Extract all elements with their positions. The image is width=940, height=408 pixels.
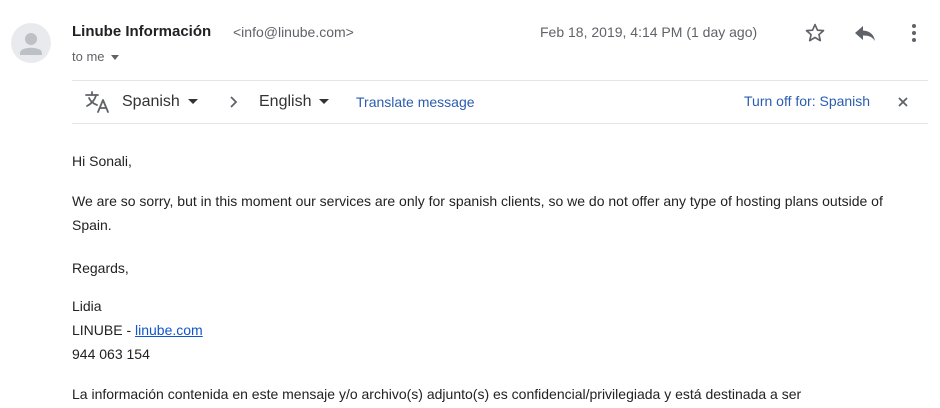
reply-button[interactable] (853, 22, 877, 44)
avatar (11, 23, 51, 63)
target-language-select[interactable]: English (259, 93, 330, 111)
chevron-down-icon (110, 55, 119, 61)
sender-email: <info@linube.com> (233, 24, 354, 40)
message-greeting: Hi Sonali, (72, 153, 132, 169)
chevron-down-icon (319, 99, 330, 105)
signature: Lidia LINUBE - linube.com 944 063 154 (72, 294, 932, 366)
chevron-down-icon (187, 99, 198, 105)
translate-message-link[interactable]: Translate message (356, 94, 475, 110)
to-label: to me (72, 49, 105, 64)
message-date: Feb 18, 2019, 4:14 PM (1 day ago) (540, 24, 758, 40)
legal-disclaimer: La información contenida en este mensaje… (72, 386, 802, 402)
translate-icon (84, 90, 110, 114)
company-website-link[interactable]: linube.com (135, 322, 203, 338)
message-paragraph: We are so sorry, but in this moment our … (72, 193, 883, 233)
reply-icon (855, 26, 875, 41)
signature-phone: 944 063 154 (72, 346, 150, 362)
signature-company-prefix: LINUBE - (72, 322, 136, 338)
sender-name[interactable]: Linube Información (72, 23, 211, 40)
close-icon[interactable] (896, 95, 910, 109)
more-options-button[interactable] (908, 22, 920, 44)
signature-name: Lidia (72, 298, 102, 314)
turn-off-translation-link[interactable]: Turn off for: Spanish (744, 93, 870, 109)
source-language-select[interactable]: Spanish (122, 93, 198, 111)
star-icon (805, 23, 825, 42)
chevron-right-icon (228, 95, 240, 109)
signature-company: LINUBE - linube.com (72, 318, 932, 342)
avatar-icon (20, 33, 42, 55)
message-closing: Regards, (72, 260, 129, 276)
recipient-details-toggle[interactable]: to me (72, 49, 119, 64)
star-button[interactable] (804, 22, 826, 44)
target-language-label: English (259, 93, 312, 110)
more-vert-icon (912, 24, 916, 42)
source-language-label: Spanish (122, 93, 180, 110)
translate-bar: Spanish English Translate message Turn o… (72, 80, 928, 124)
